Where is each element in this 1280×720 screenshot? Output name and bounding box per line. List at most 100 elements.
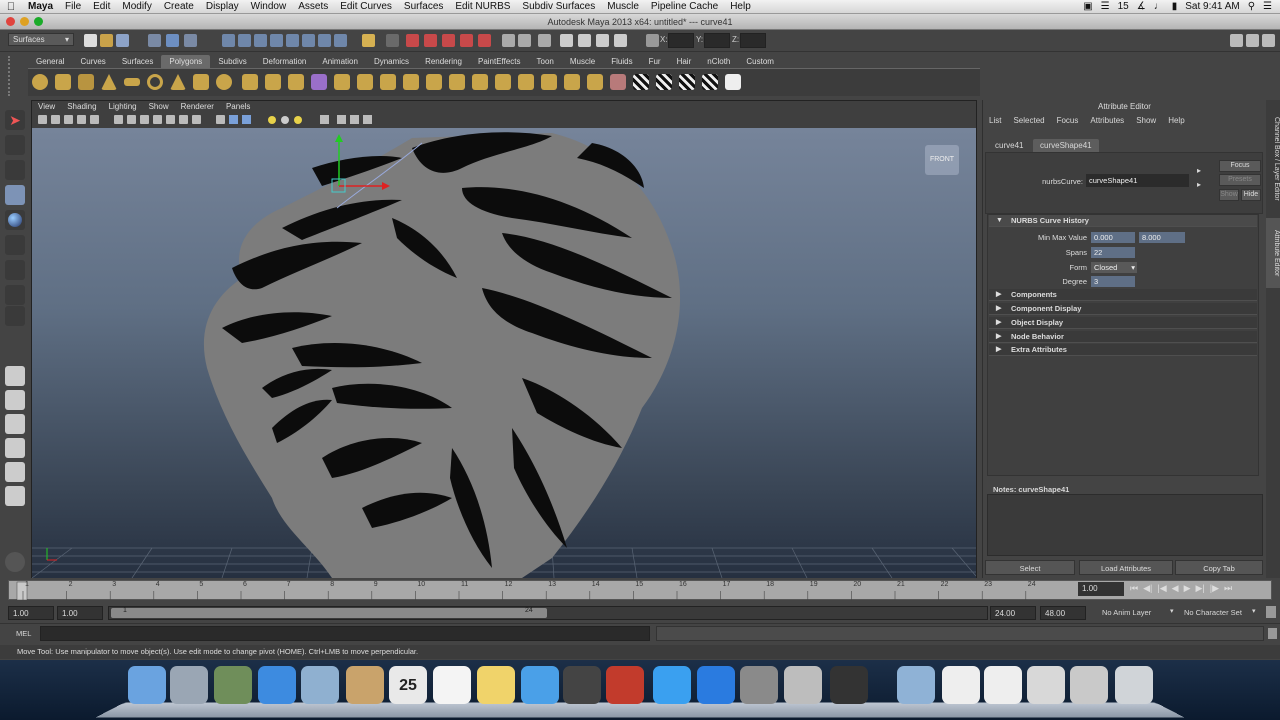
render-settings-icon[interactable] — [442, 34, 455, 47]
preview-doc-icon[interactable] — [1070, 666, 1108, 704]
shelf-tab-toon[interactable]: Toon — [529, 55, 562, 68]
poly-torus-icon[interactable] — [147, 74, 163, 90]
arrow-up-icon[interactable]: ▸ — [1197, 166, 1201, 175]
tab-channel-box[interactable]: Channel Box / Layer Editor — [1266, 104, 1280, 214]
3d-viewport[interactable]: FRONT — [32, 128, 976, 578]
focus-button[interactable]: Focus — [1219, 160, 1261, 172]
viewport-menu-renderer[interactable]: Renderer — [175, 101, 220, 113]
layout-icon-3[interactable] — [1262, 34, 1275, 47]
poly-plane-icon[interactable] — [124, 78, 140, 86]
ae-tab-curve41[interactable]: curve41 — [988, 139, 1030, 152]
rotate-tool-icon[interactable] — [5, 210, 25, 230]
extract-icon[interactable] — [288, 74, 304, 90]
mask-icon[interactable] — [302, 34, 315, 47]
section-nurbs-curve-history[interactable]: ▼ NURBS Curve History — [989, 215, 1257, 227]
current-time-field[interactable]: 1.00 — [1078, 582, 1124, 596]
ae-menu-focus[interactable]: Focus — [1051, 114, 1085, 128]
lasso-tool-icon[interactable] — [5, 135, 25, 155]
four-view-icon[interactable] — [5, 390, 25, 410]
mail-icon[interactable] — [346, 666, 384, 704]
apple-icon[interactable]:  — [0, 1, 22, 13]
layout-icon-2[interactable] — [1246, 34, 1259, 47]
save-scene-icon[interactable] — [116, 34, 129, 47]
poly-pipe-icon[interactable] — [193, 74, 209, 90]
mel-label[interactable]: MEL — [16, 629, 31, 638]
poly-cube-icon[interactable] — [55, 74, 71, 90]
section-node-behavior[interactable]: ▶ Node Behavior — [989, 331, 1257, 343]
arrow-down-icon[interactable]: ▸ — [1197, 180, 1201, 189]
range-bar[interactable]: 1 24 — [111, 607, 547, 618]
document-icon-2[interactable] — [1027, 666, 1065, 704]
playback-end-field[interactable]: 24.00 — [990, 606, 1036, 620]
step-forward-icon[interactable]: |▶ — [1210, 583, 1219, 594]
step-forward-key-icon[interactable]: ▶| — [1195, 583, 1204, 594]
calendar-icon[interactable]: 25 — [389, 666, 427, 704]
anim-layer-dropdown[interactable]: No Anim Layer — [1102, 608, 1151, 617]
snap-point-icon[interactable] — [254, 34, 267, 47]
step-back-icon[interactable]: ◀| — [1143, 583, 1152, 594]
presets-button[interactable]: Presets — [1219, 174, 1261, 186]
shelf-tab-muscle[interactable]: Muscle — [562, 55, 603, 68]
tab-attribute-editor[interactable]: Attribute Editor — [1266, 218, 1280, 288]
automatic-mapping-icon[interactable] — [702, 74, 718, 90]
persp-graph-icon[interactable] — [5, 438, 25, 458]
maya-logo-icon[interactable] — [5, 552, 25, 572]
shelf-tab-fur[interactable]: Fur — [641, 55, 669, 68]
reduce-icon[interactable] — [610, 74, 626, 90]
combine-icon[interactable] — [242, 74, 258, 90]
wedge-icon[interactable] — [564, 74, 580, 90]
copy-tab-button[interactable]: Copy Tab — [1175, 560, 1263, 575]
preview-icon[interactable] — [301, 666, 339, 704]
menu-edit-nurbs[interactable]: Edit NURBS — [449, 1, 516, 12]
spotlight-search-icon[interactable]: ⚲ — [1248, 1, 1255, 12]
persp-outliner-icon[interactable] — [5, 414, 25, 434]
document-icon[interactable] — [984, 666, 1022, 704]
sidebar-toggle-icon-4[interactable] — [614, 34, 627, 47]
select-component-icon[interactable] — [184, 34, 197, 47]
select-object-icon[interactable] — [166, 34, 179, 47]
screenshot-icon[interactable] — [784, 666, 822, 704]
start-time-field[interactable]: 1.00 — [8, 606, 54, 620]
poke-icon[interactable] — [587, 74, 603, 90]
cylindrical-mapping-icon[interactable] — [656, 74, 672, 90]
degree-field[interactable]: 3 — [1091, 276, 1135, 287]
input-line-icon-2[interactable] — [518, 34, 531, 47]
screen-icon[interactable]: ▣ — [1083, 1, 1092, 12]
input-line-icon-3[interactable] — [538, 34, 551, 47]
viewport-toolbar-icons[interactable] — [32, 113, 392, 127]
append-polygon-icon[interactable] — [403, 74, 419, 90]
outliner-layout-icon[interactable] — [5, 486, 25, 506]
lion-head-model[interactable] — [32, 128, 976, 578]
shelf-tab-subdivs[interactable]: Subdivs — [210, 55, 254, 68]
menu-subdiv-surfaces[interactable]: Subdiv Surfaces — [516, 1, 601, 12]
shelf-tab-animation[interactable]: Animation — [314, 55, 366, 68]
menu-app-maya[interactable]: Maya — [22, 1, 59, 12]
paint-select-tool-icon[interactable] — [5, 160, 25, 180]
viewport-menu-lighting[interactable]: Lighting — [103, 101, 143, 113]
section-object-display[interactable]: ▶ Object Display — [989, 317, 1257, 329]
maya-icon[interactable] — [830, 666, 868, 704]
viewport-menu-panels[interactable]: Panels — [220, 101, 256, 113]
clock[interactable]: Sat 9:41 AM — [1185, 1, 1239, 12]
range-track[interactable]: 1 24 — [108, 606, 988, 620]
insert-edge-loop-icon[interactable] — [472, 74, 488, 90]
image-capture-icon[interactable] — [214, 666, 252, 704]
mask-icon-3[interactable] — [334, 34, 347, 47]
merge-icon[interactable] — [541, 74, 557, 90]
form-dropdown[interactable]: Closed ▾ — [1091, 262, 1137, 273]
script-editor-icon[interactable] — [1268, 628, 1277, 639]
play-backwards-icon[interactable]: ◀ — [1172, 583, 1179, 594]
shelf-tab-hair[interactable]: Hair — [669, 55, 700, 68]
mask-icon-2[interactable] — [318, 34, 331, 47]
mel-input[interactable] — [40, 626, 650, 641]
y-field[interactable] — [704, 33, 730, 48]
wifi-icon[interactable]: ☰ — [1101, 1, 1110, 12]
safari-icon[interactable] — [258, 666, 296, 704]
poly-pyramid-icon[interactable] — [170, 74, 186, 90]
stickies-icon[interactable] — [477, 666, 515, 704]
open-scene-icon[interactable] — [100, 34, 113, 47]
ae-menu-attributes[interactable]: Attributes — [1084, 114, 1130, 128]
sidebar-toggle-icon[interactable] — [560, 34, 573, 47]
menu-muscle[interactable]: Muscle — [601, 1, 645, 12]
go-to-end-icon[interactable]: ⏭ — [1224, 583, 1232, 594]
